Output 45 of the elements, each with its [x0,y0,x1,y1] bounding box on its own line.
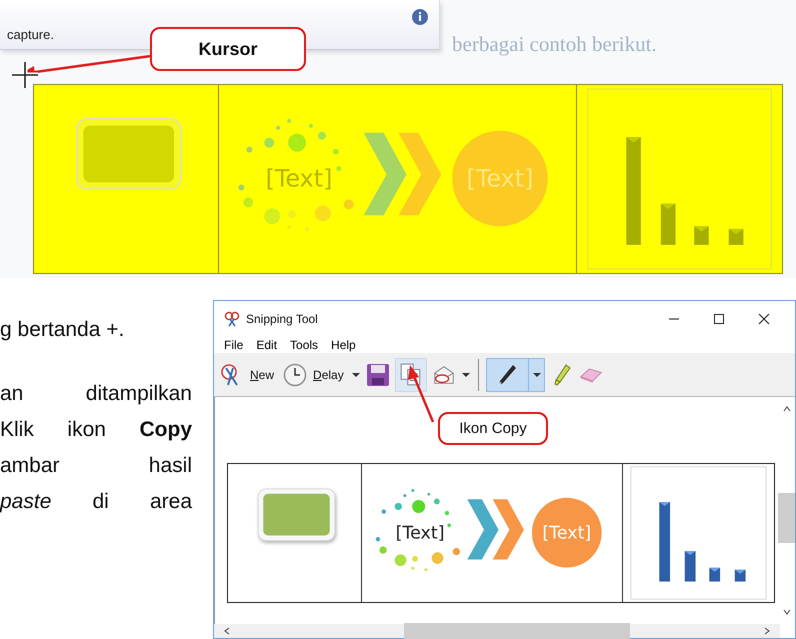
maximize-icon[interactable] [713,313,725,325]
pen-button[interactable] [486,358,545,392]
menu-item[interactable]: Help [331,338,356,352]
chevron-down-icon [782,608,790,616]
menu-item[interactable]: File [224,338,244,352]
circle-shape [532,498,602,568]
menu-item[interactable]: Edit [256,338,278,352]
bar [709,568,720,582]
body-text: ambar hasil [0,454,192,478]
chevron-left-icon [223,627,231,635]
callout-label: Kursor [150,27,306,71]
circle-text: [Text] [466,164,534,192]
bar [728,228,744,245]
tooltip-text: capture. [7,27,54,42]
bar [694,226,709,245]
diagram-text: [Text] [396,523,445,544]
delay-button[interactable]: Delay [281,360,346,388]
info-icon [411,8,429,26]
body-text: Klik ikon Copy [0,418,192,442]
window-title: Snipping Tool [246,312,318,326]
chevron-up-icon [782,405,790,413]
circle-text: [Text] [542,523,592,544]
diagram-text: [Text] [266,164,332,192]
clock-icon [283,362,308,386]
chevron-icon [364,132,406,216]
scrollbar-thumb[interactable] [404,623,630,639]
chevron-icon [492,499,524,560]
close-icon[interactable] [758,313,770,325]
new-button[interactable]: New [218,360,276,388]
bar [660,204,676,245]
chevron-right-icon [763,627,771,635]
horizontal-scrollbar[interactable] [214,624,780,638]
callout-label: Ikon Copy [438,412,548,445]
chevron-icon [467,499,499,560]
scrollbar-thumb[interactable] [778,493,795,543]
crosshair-cursor-icon [11,61,39,89]
bar [734,570,746,582]
scissors-icon [224,311,240,327]
menu-item[interactable]: Tools [290,338,318,352]
body-text: an ditampilkan [0,382,192,406]
document-text: berbagai contoh berikut. [452,32,657,57]
chevron-icon [398,132,442,216]
callout-arrow [407,364,437,424]
bar [684,551,696,582]
body-text: g bertanda +. [0,318,126,342]
